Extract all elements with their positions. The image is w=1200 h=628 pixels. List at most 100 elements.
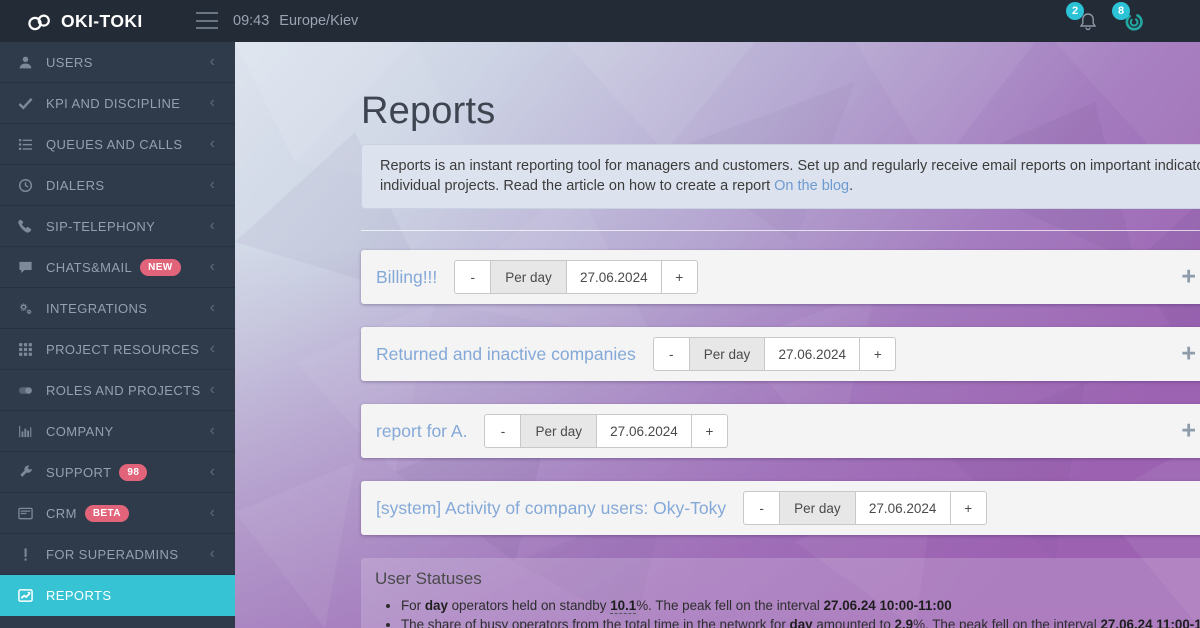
sidebar-item-label: FOR SUPERADMINS: [46, 547, 178, 562]
clock-icon: [18, 178, 35, 193]
period-plus-button[interactable]: +: [691, 414, 728, 448]
crm-icon: [18, 506, 35, 521]
report-period-controls: -Per day27.06.2024+: [743, 491, 987, 525]
status-list: For day operators held on standby 10.1%.…: [375, 597, 1199, 628]
chevron-left-icon: ‹: [210, 218, 215, 234]
chevron-left-icon: ‹: [210, 136, 215, 152]
period-mode-button[interactable]: Per day: [689, 337, 766, 371]
period-minus-button[interactable]: -: [454, 260, 491, 294]
bar-chart-icon: [18, 424, 35, 439]
intro-text-line2: individual projects. Read the article on…: [380, 177, 1194, 197]
chevron-left-icon: ‹: [210, 259, 215, 275]
period-plus-button[interactable]: +: [859, 337, 896, 371]
sidebar-item-label: CHATS&MAIL: [46, 260, 132, 275]
sidebar-item-users[interactable]: USERS‹: [0, 42, 235, 83]
blog-link[interactable]: On the blog: [774, 178, 849, 194]
sidebar-item-label: SIP-TELEPHONY: [46, 219, 155, 234]
chevron-left-icon: ‹: [210, 95, 215, 111]
sidebar-item-label: REPORTS: [46, 588, 111, 603]
report-body-panel: User Statuses For day operators held on …: [361, 558, 1200, 628]
period-mode-button[interactable]: Per day: [490, 260, 567, 294]
period-mode-button[interactable]: Per day: [779, 491, 856, 525]
sidebar-badge: BETA: [85, 505, 129, 522]
grid-icon: [18, 342, 35, 357]
sidebar-badge: 98: [119, 464, 147, 481]
sync-count-badge: 8: [1112, 2, 1130, 20]
sidebar-item-dialers[interactable]: DIALERS‹: [0, 165, 235, 206]
period-minus-button[interactable]: -: [743, 491, 780, 525]
period-date-button[interactable]: 27.06.2024: [855, 491, 951, 525]
status-bullet: The share of busy operators from the tot…: [401, 616, 1199, 628]
period-date-button[interactable]: 27.06.2024: [596, 414, 692, 448]
period-minus-button[interactable]: -: [653, 337, 690, 371]
add-report-icon[interactable]: +: [1181, 342, 1196, 367]
report-period-controls: -Per day27.06.2024+: [454, 260, 698, 294]
sidebar-item-label: COMPANY: [46, 424, 114, 439]
sidebar-item-integrations[interactable]: INTEGRATIONS ‹: [0, 288, 235, 329]
sidebar-item-company[interactable]: COMPANY‹: [0, 411, 235, 452]
hamburger-menu-icon[interactable]: [196, 12, 218, 29]
report-period-controls: -Per day27.06.2024+: [484, 414, 728, 448]
sidebar-item-support[interactable]: SUPPORT 98 ‹: [0, 452, 235, 493]
sidebar-item-label: KPI AND DISCIPLINE: [46, 96, 180, 111]
toggle-icon: [18, 383, 35, 398]
report-list: Billing!!!-Per day27.06.2024++Returned a…: [361, 250, 1200, 535]
sidebar-item-queues-and-calls[interactable]: QUEUES AND CALLS ‹: [0, 124, 235, 165]
sidebar: USERS‹KPI AND DISCIPLINE‹QUEUES AND CALL…: [0, 42, 235, 628]
sidebar-badge: NEW: [140, 259, 181, 276]
period-minus-button[interactable]: -: [484, 414, 521, 448]
sidebar-item-kpi-and-discipline[interactable]: KPI AND DISCIPLINE ‹: [0, 83, 235, 124]
sidebar-item-label: QUEUES AND CALLS: [46, 137, 182, 152]
sync-status-button[interactable]: 8: [1121, 7, 1147, 37]
notifications-count-badge: 2: [1066, 2, 1084, 20]
chevron-left-icon: ‹: [210, 464, 215, 480]
report-title[interactable]: report for A.: [376, 421, 467, 442]
sidebar-item-chats-mail[interactable]: CHATS&MAIL NEW ‹: [0, 247, 235, 288]
report-title[interactable]: [system] Activity of company users: Oky-…: [376, 498, 726, 519]
chevron-left-icon: ‹: [210, 505, 215, 521]
user-icon: [18, 55, 35, 70]
period-plus-button[interactable]: +: [661, 260, 698, 294]
add-report-icon[interactable]: +: [1181, 265, 1196, 290]
sidebar-item-for-superadmins[interactable]: FOR SUPERADMINS‹: [0, 534, 235, 575]
exclamation-icon: [18, 547, 35, 562]
sidebar-item-reports[interactable]: REPORTS: [0, 575, 235, 616]
period-date-button[interactable]: 27.06.2024: [566, 260, 662, 294]
brand-logo[interactable]: OKI-TOKI: [26, 0, 143, 42]
sidebar-item-crm[interactable]: CRMBETA‹: [0, 493, 235, 534]
report-title[interactable]: Returned and inactive companies: [376, 344, 636, 365]
main-content: Reports Reports is an instant reporting …: [235, 42, 1200, 628]
sidebar-item-project-resources[interactable]: PROJECT RESOURCES ‹: [0, 329, 235, 370]
chevron-left-icon: ‹: [210, 341, 215, 357]
sidebar-item-label: SUPPORT: [46, 465, 111, 480]
cloud-logo-icon: [26, 12, 53, 31]
sidebar-item-label: DIALERS: [46, 178, 104, 193]
sidebar-item-roles-and-projects[interactable]: ROLES AND PROJECTS‹: [0, 370, 235, 411]
report-row: report for A.-Per day27.06.2024++: [361, 404, 1200, 458]
chat-icon: [18, 260, 35, 275]
period-mode-button[interactable]: Per day: [520, 414, 597, 448]
list-icon: [18, 137, 35, 152]
sidebar-item-label: INTEGRATIONS: [46, 301, 147, 316]
report-row: [system] Activity of company users: Oky-…: [361, 481, 1200, 535]
add-report-icon[interactable]: +: [1181, 419, 1196, 444]
chevron-left-icon: ‹: [210, 382, 215, 398]
sidebar-item-label: PROJECT RESOURCES: [46, 342, 199, 357]
chevron-left-icon: ‹: [210, 300, 215, 316]
gears-icon: [18, 301, 35, 316]
clock: 09:43 Europe/Kiev: [233, 0, 358, 42]
status-bullet: For day operators held on standby 10.1%.…: [401, 597, 1199, 616]
report-title[interactable]: Billing!!!: [376, 267, 437, 288]
brand-name: OKI-TOKI: [61, 11, 143, 32]
page-title: Reports: [361, 90, 1200, 133]
sidebar-item-sip-telephony[interactable]: SIP-TELEPHONY ‹: [0, 206, 235, 247]
chevron-left-icon: ‹: [210, 54, 215, 70]
notifications-bell-button[interactable]: 2: [1075, 7, 1101, 37]
content-divider: [361, 230, 1200, 231]
report-row: Billing!!!-Per day27.06.2024++: [361, 250, 1200, 304]
period-plus-button[interactable]: +: [950, 491, 987, 525]
wrench-icon: [18, 465, 35, 480]
line-chart-icon: [18, 588, 35, 603]
timezone-value: Europe/Kiev: [279, 13, 358, 29]
period-date-button[interactable]: 27.06.2024: [764, 337, 860, 371]
